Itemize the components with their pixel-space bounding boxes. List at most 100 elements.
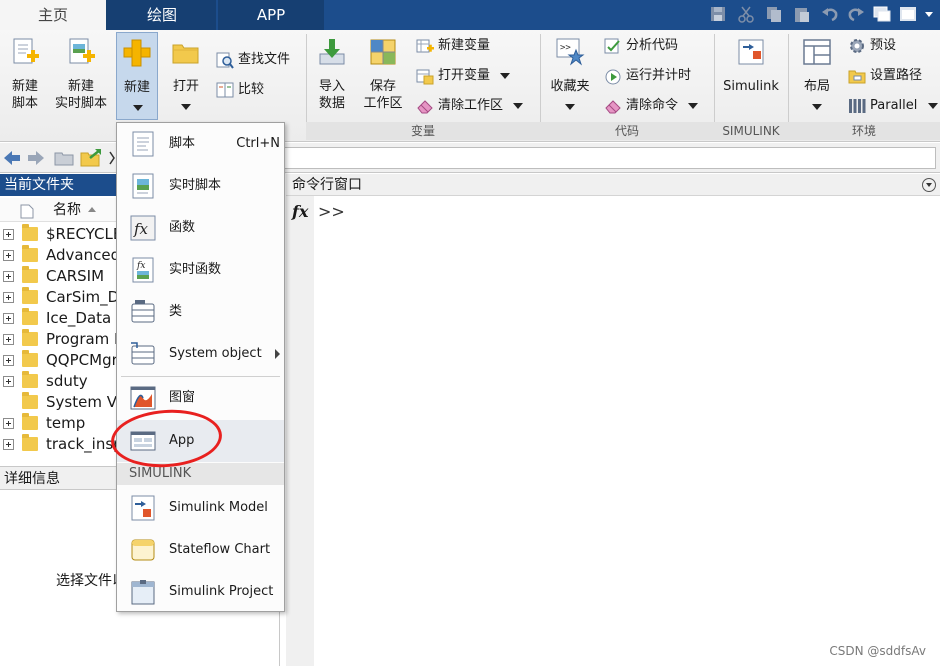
expand-icon[interactable] [3,376,14,387]
new-script-button[interactable]: 新建 脚本 [2,32,48,120]
folder-name: Ice_Data [46,309,112,327]
folder-icon [22,413,38,430]
menu-item-simulink-project[interactable]: Simulink Project [117,571,284,613]
analyze-code-button[interactable]: 分析代码 [604,34,678,58]
folder-icon [22,224,38,241]
menu-item-label: 实时脚本 [169,178,222,193]
new-dropdown-button[interactable]: 新建 [116,32,158,120]
path-separator-icon [108,148,116,168]
name-column-label: 名称 [53,202,81,218]
open-variable-icon [416,67,434,85]
save-workspace-button[interactable]: 保存 工作区 [358,32,408,120]
cut-icon[interactable] [736,4,756,24]
expand-icon[interactable] [3,439,14,450]
new-script-label: 新建 脚本 [11,79,38,111]
favorites-icon: >> [554,36,586,68]
open-variable-button[interactable]: 打开变量 [416,64,511,88]
expand-icon[interactable] [3,334,14,345]
new-variable-label: 新建变量 [438,38,491,53]
switch-windows-icon[interactable] [872,4,892,24]
menu-item-label: 函数 [169,220,196,235]
tab-apps[interactable]: APP [218,0,324,30]
eraser-icon [604,97,622,115]
save-workspace-label: 保存 工作区 [363,79,403,111]
browse-folder-icon[interactable] [80,148,102,168]
chevron-down-icon[interactable] [922,178,936,192]
expand-icon[interactable] [3,292,14,303]
menu-item-system-object[interactable]: System object [117,333,284,375]
class-icon [129,298,157,326]
fx-icon[interactable]: fx [292,202,308,221]
current-path-field[interactable] [280,147,936,169]
compare-icon [216,81,234,99]
tab-home[interactable]: 主页 [0,0,106,30]
live-function-icon: fx [129,256,157,284]
menu-item-live-script[interactable]: 实时脚本 [117,165,284,207]
tab-plots[interactable]: 绘图 [108,0,216,30]
script-icon [129,130,157,158]
chevron-down-icon [812,104,822,110]
menu-item-class[interactable]: 类 [117,291,284,333]
new-live-script-button[interactable]: 新建 实时脚本 [50,32,112,120]
clear-commands-button[interactable]: 清除命令 [604,94,699,118]
expand-icon[interactable] [3,418,14,429]
clear-workspace-button[interactable]: 清除工作区 [416,94,524,118]
file-icon [20,203,34,219]
command-window[interactable]: fx >> [286,196,940,666]
open-button[interactable]: 打开 [164,32,208,120]
folder-icon [22,434,38,451]
forward-arrow-icon[interactable] [26,149,46,167]
compare-button[interactable]: 比较 [216,78,264,102]
menu-item-script[interactable]: 脚本 Ctrl+N [117,123,284,165]
new-variable-button[interactable]: 新建变量 [416,34,490,58]
chevron-down-icon [133,105,143,111]
expand-icon[interactable] [3,355,14,366]
menu-item-simulink-model[interactable]: Simulink Model [117,487,284,529]
favorites-button[interactable]: >> 收藏夹 [544,32,596,120]
sort-ascending-icon [88,207,96,212]
set-path-button[interactable]: 设置路径 [848,64,922,88]
menu-item-live-function[interactable]: fx 实时函数 [117,249,284,291]
up-folder-icon[interactable] [54,149,74,167]
preferences-button[interactable]: 预设 [848,34,896,58]
folder-icon [22,245,38,262]
layout-icon [801,36,833,68]
preferences-label: 预设 [870,38,897,53]
clear-commands-label: 清除命令 [626,98,679,113]
menu-item-stateflow-chart[interactable]: Stateflow Chart [117,529,284,571]
undo-icon[interactable] [820,4,840,24]
system-object-icon [129,340,157,368]
open-variable-label: 打开变量 [438,68,491,83]
favorites-label: 收藏夹 [550,79,590,94]
redo-icon[interactable] [846,4,866,24]
import-data-button[interactable]: 导入 数据 [310,32,354,120]
folder-icon [22,266,38,283]
menu-item-figure[interactable]: 图窗 [117,377,284,419]
paste-icon[interactable] [792,4,812,24]
menu-item-function[interactable]: fx 函数 [117,207,284,249]
code-group-label: 代码 [540,122,714,140]
run-and-time-button[interactable]: 运行并计时 [604,64,691,88]
expand-icon[interactable] [3,250,14,261]
new-variable-icon [416,37,434,55]
expand-icon[interactable] [3,313,14,324]
expand-icon[interactable] [3,229,14,240]
simulink-icon [735,36,767,68]
help-icon[interactable] [898,4,918,24]
folder-name: temp [46,414,86,432]
new-plus-icon [121,37,153,69]
stateflow-chart-icon [129,536,157,564]
chevron-down-icon [565,104,575,110]
function-icon: fx [129,214,157,242]
simulink-button[interactable]: Simulink [718,32,784,120]
find-files-button[interactable]: 查找文件 [216,48,290,72]
back-arrow-icon[interactable] [2,149,22,167]
layout-button[interactable]: 布局 [792,32,842,120]
help-dropdown-icon[interactable] [922,4,936,24]
copy-icon[interactable] [764,4,784,24]
save-icon[interactable] [708,4,728,24]
environment-group-label: 环境 [788,122,940,140]
parallel-button[interactable]: Parallel [848,94,938,118]
expand-icon[interactable] [3,271,14,282]
find-files-icon [216,51,234,69]
